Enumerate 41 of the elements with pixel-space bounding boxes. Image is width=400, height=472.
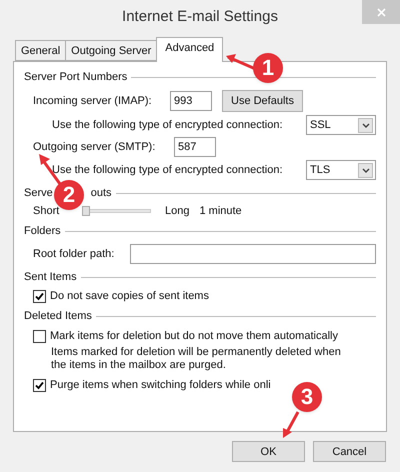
checkbox[interactable]: [33, 290, 46, 302]
group-header: Serve: [24, 186, 53, 200]
tab[interactable]: General: [15, 40, 66, 61]
step-badge: 1: [253, 53, 283, 83]
field-label: Use the following type of encrypted connection:: [52, 118, 283, 132]
close-icon: [376, 8, 386, 16]
checkbox-label: Purge items when switching folders while onli: [50, 378, 271, 392]
dialog-button[interactable]: OK: [232, 441, 305, 462]
chevron-down-icon: [362, 168, 370, 172]
close-button[interactable]: [362, 0, 400, 24]
group-header: Folders: [24, 224, 61, 238]
checkbox[interactable]: [33, 330, 46, 342]
port-field[interactable]: 587: [174, 137, 216, 157]
checkbox[interactable]: [33, 378, 46, 392]
field-label: Use the following type of encrypted connection:: [52, 163, 283, 177]
dialog-button[interactable]: Cancel: [313, 441, 386, 462]
chevron-down-icon: [362, 122, 370, 128]
check-icon: [35, 380, 44, 390]
checkbox-label: Mark items for deletion but do not move them automatically: [50, 329, 338, 343]
use-defaults-button[interactable]: Use Defaults: [222, 90, 303, 112]
option-note: Items marked for deletion will be permanently deleted when the items in the mailbox are purged.: [51, 346, 342, 372]
slider-thumb[interactable]: [82, 206, 90, 216]
slider-label: Long: [165, 204, 190, 218]
check-icon: [35, 292, 44, 300]
encryption-dropdown[interactable]: SSL: [306, 115, 376, 135]
root-folder-field[interactable]: [130, 244, 376, 264]
window-title: Internet E-mail Settings: [122, 7, 278, 26]
port-field[interactable]: 993: [170, 91, 212, 111]
timeout-reading: 1 minute: [199, 204, 242, 218]
field-label: Incoming server (IMAP):: [33, 94, 153, 108]
field-label: Root folder path:: [33, 247, 116, 261]
field-label: Outgoing server (SMTP):: [33, 140, 156, 154]
group-header: Server Port Numbers: [24, 70, 128, 84]
encryption-dropdown[interactable]: TLS: [306, 160, 376, 180]
group-header: Deleted Items: [24, 309, 92, 323]
group-header: outs: [90, 186, 112, 200]
group-header: Sent Items: [24, 270, 77, 284]
tab[interactable]: Advanced: [156, 37, 224, 62]
checkbox-label: Do not save copies of sent items: [50, 289, 209, 303]
tab[interactable]: Outgoing Server: [65, 40, 156, 61]
timeout-slider[interactable]: [83, 206, 151, 216]
